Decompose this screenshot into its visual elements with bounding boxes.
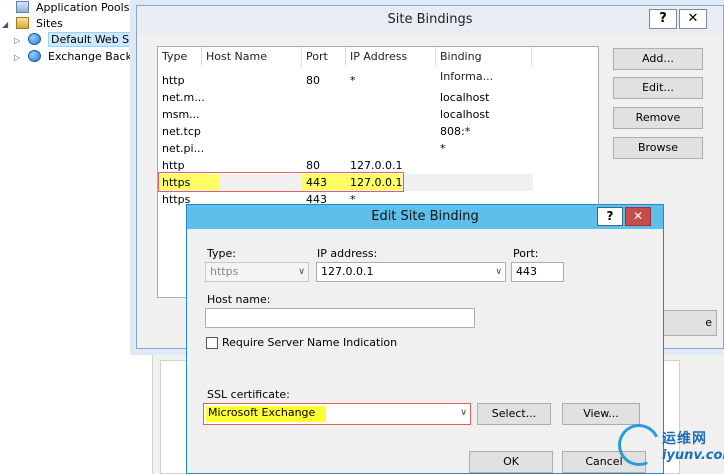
- close-dialog-button[interactable]: e: [657, 310, 717, 336]
- ip-address-value: 127.0.0.1: [321, 265, 374, 278]
- add-binding-button[interactable]: Add...: [613, 48, 703, 70]
- highlight-box: [158, 172, 404, 192]
- cell-binding-info: *: [440, 142, 446, 155]
- ssl-certificate-label: SSL certificate:: [207, 388, 290, 401]
- sni-label[interactable]: Require Server Name Indication: [222, 336, 397, 349]
- select-certificate-button[interactable]: Select...: [477, 403, 551, 425]
- sites-folder-icon: [15, 17, 29, 29]
- browse-button[interactable]: Browse: [613, 137, 703, 159]
- dialog-title: Site Bindings: [137, 6, 723, 34]
- expand-arrow-icon[interactable]: ▷: [14, 33, 24, 49]
- ip-address-label: IP address:: [317, 247, 378, 260]
- column-header-type[interactable]: Type: [158, 47, 202, 67]
- edit-binding-button[interactable]: Edit...: [613, 77, 703, 99]
- close-button[interactable]: ✕: [625, 207, 651, 226]
- table-row[interactable]: net.m... localhost: [158, 89, 533, 106]
- cell-type: net.pi...: [162, 142, 205, 155]
- host-name-input[interactable]: [205, 308, 475, 328]
- ip-address-select[interactable]: 127.0.0.1 ∨: [316, 262, 506, 282]
- chevron-down-icon: ∨: [298, 267, 305, 277]
- help-button[interactable]: ?: [597, 207, 623, 226]
- ssl-certificate-value: Microsoft Exchange: [208, 406, 316, 419]
- cell-binding-info: localhost: [440, 91, 490, 104]
- cell-binding-info: localhost: [440, 108, 490, 121]
- port-label: Port:: [513, 247, 539, 260]
- cell-type: net.tcp: [162, 125, 201, 138]
- sni-checkbox[interactable]: [206, 337, 218, 349]
- watermark-logo-icon: [612, 418, 666, 472]
- type-value: https: [210, 265, 239, 278]
- cell-ip: *: [350, 74, 356, 87]
- dialog-title: Edit Site Binding: [187, 205, 663, 229]
- edit-site-binding-dialog: Edit Site Binding ? ✕ Type: https ∨ IP a…: [186, 204, 664, 474]
- cell-binding-info: 808:*: [440, 125, 471, 138]
- watermark-url: iyunv.com: [662, 448, 724, 463]
- ssl-certificate-select[interactable]: Microsoft Exchange ∨: [203, 403, 471, 425]
- remove-binding-button[interactable]: Remove: [613, 107, 703, 129]
- cell-type: msm...: [162, 108, 200, 121]
- column-header-port[interactable]: Port: [302, 47, 346, 67]
- type-select: https ∨: [205, 262, 309, 282]
- table-row[interactable]: http 80 *: [158, 72, 533, 89]
- table-row[interactable]: net.tcp 808:*: [158, 123, 533, 140]
- tree-item-default-web-site[interactable]: ▷ Default Web Site: [14, 32, 147, 49]
- chevron-down-icon[interactable]: ∨: [460, 404, 467, 422]
- list-header: Type Host Name Port IP Address Binding I…: [158, 47, 598, 83]
- help-button[interactable]: ?: [649, 9, 677, 29]
- column-header-ip-address[interactable]: IP Address: [346, 47, 436, 67]
- iis-connections-tree: Application Pools ◢ Sites ▷ Default Web …: [0, 0, 156, 474]
- cell-type: net.m...: [162, 91, 205, 104]
- port-input[interactable]: 443: [511, 262, 564, 282]
- chevron-down-icon[interactable]: ∨: [495, 263, 502, 281]
- collapse-arrow-icon[interactable]: ◢: [2, 17, 12, 33]
- table-row[interactable]: net.pi... *: [158, 140, 533, 157]
- type-label: Type:: [207, 247, 236, 260]
- close-button[interactable]: ✕: [679, 9, 707, 29]
- expand-arrow-icon[interactable]: ▷: [14, 50, 24, 66]
- watermark: 运维网 iyunv.com: [612, 418, 724, 474]
- tree-item-label: Application Pools: [36, 1, 130, 14]
- column-header-binding-info[interactable]: Binding Informa...: [436, 47, 532, 83]
- column-header-host-name[interactable]: Host Name: [202, 47, 302, 67]
- tree-item-label: Default Web Site: [48, 32, 147, 47]
- tree-item-application-pools[interactable]: Application Pools: [2, 0, 129, 16]
- table-row[interactable]: msm... localhost: [158, 106, 533, 123]
- watermark-text: 运维网: [662, 431, 707, 447]
- tree-item-label: Sites: [36, 17, 63, 30]
- cell-type: http: [162, 74, 185, 87]
- globe-icon: [27, 50, 41, 62]
- tree-item-exchange-back-end[interactable]: ▷ Exchange Back End: [14, 49, 156, 65]
- host-name-label: Host name:: [207, 293, 271, 306]
- tree-item-sites[interactable]: ◢ Sites: [2, 16, 63, 32]
- ok-button[interactable]: OK: [469, 451, 553, 473]
- cell-port: 80: [306, 74, 320, 87]
- globe-icon: [27, 33, 41, 45]
- app-pool-icon: [15, 1, 29, 13]
